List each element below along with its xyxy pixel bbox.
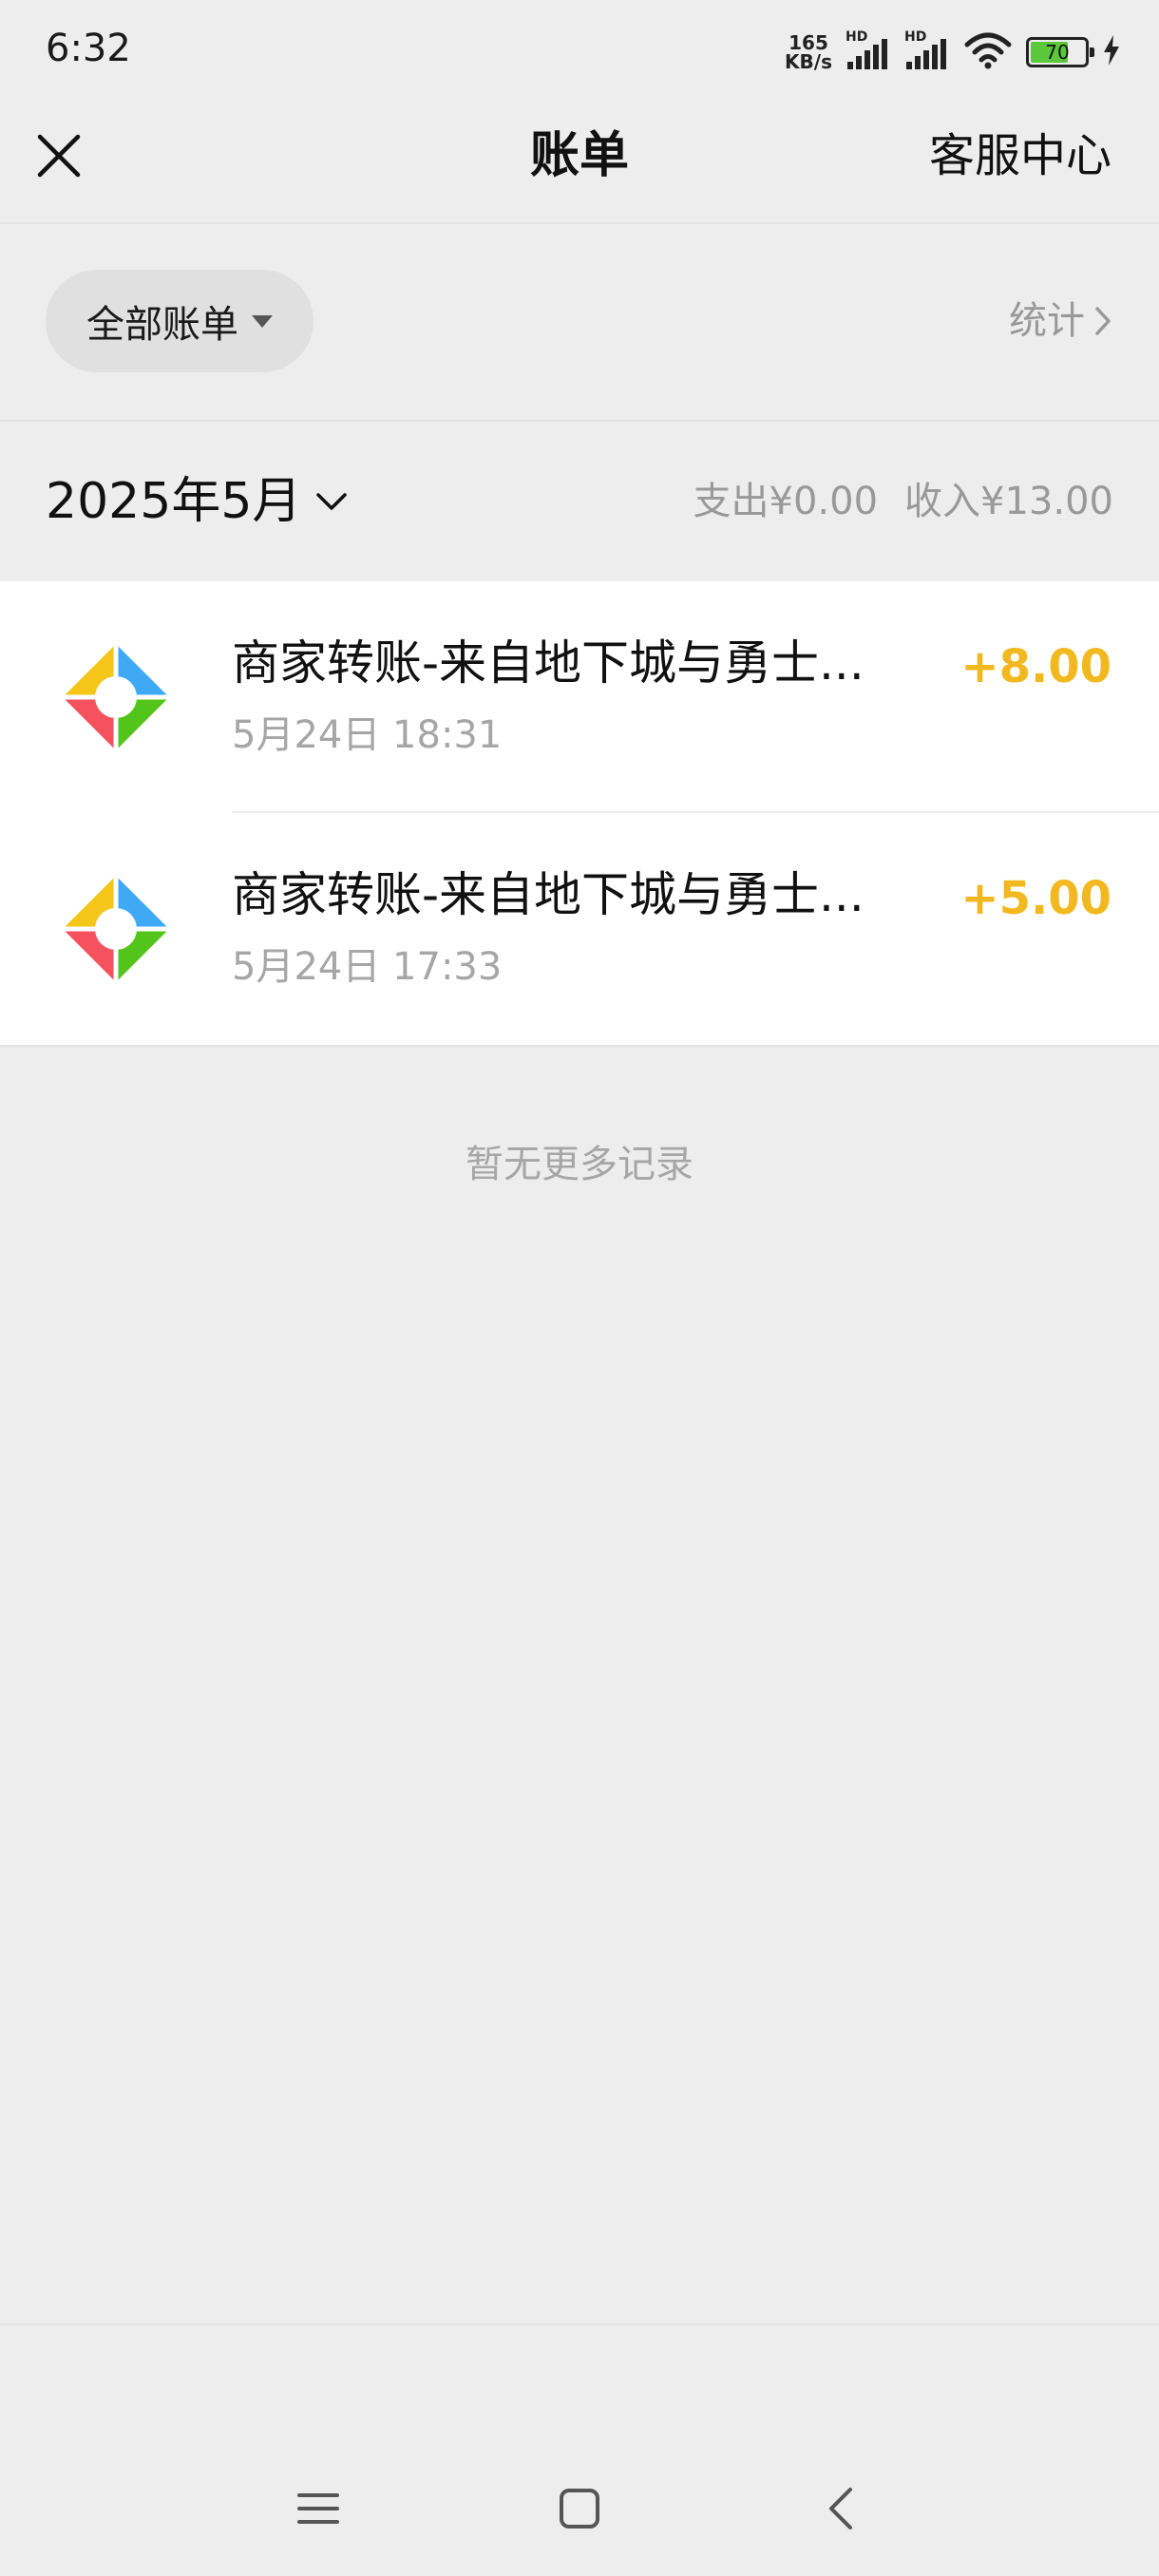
expense-total: 支出¥0.00 — [693, 480, 879, 523]
menu-icon — [297, 2493, 339, 2524]
customer-service-link[interactable]: 客服中心 — [929, 125, 1112, 186]
signal-icon: HD — [846, 29, 891, 71]
network-speed-unit: KB/s — [785, 50, 832, 73]
transaction-time: 5月24日 17:33 — [232, 945, 503, 989]
bill-filter-label: 全部账单 — [86, 303, 238, 347]
battery-icon: 70 — [1026, 37, 1094, 67]
caret-down-icon — [252, 314, 273, 328]
title-bar: 账单 客服中心 — [0, 104, 1159, 222]
hd-label: HD — [846, 29, 868, 45]
home-icon — [560, 2489, 599, 2529]
bill-filter-dropdown[interactable]: 全部账单 — [46, 270, 314, 372]
chevron-right-icon — [1095, 307, 1111, 335]
menu-button[interactable] — [276, 2466, 361, 2551]
stats-label: 统计 — [1009, 299, 1085, 343]
chevron-down-icon — [316, 493, 348, 510]
transaction-title: 商家转账-来自地下城与勇士... — [232, 867, 864, 922]
list-bottom-divider — [0, 1045, 1159, 1047]
wifi-icon — [963, 31, 1013, 73]
month-label: 2025年5月 — [46, 473, 302, 530]
filter-row: 全部账单 统计 — [0, 224, 1159, 420]
income-total: 收入¥13.00 — [904, 480, 1113, 523]
back-icon — [829, 2488, 852, 2529]
month-selector[interactable]: 2025年5月 — [46, 465, 349, 538]
merchant-logo-icon — [59, 640, 173, 754]
month-summary: 支出¥0.00 收入¥13.00 — [694, 475, 1113, 528]
transaction-title: 商家转账-来自地下城与勇士... — [232, 635, 864, 691]
status-time: 6:32 — [46, 27, 131, 70]
home-button[interactable] — [537, 2466, 622, 2551]
merchant-logo-icon — [59, 872, 173, 986]
system-nav-bar — [0, 2325, 1159, 2576]
transaction-amount: +8.00 — [960, 640, 1112, 693]
no-more-records: 暂无更多记录 — [466, 1143, 694, 1186]
charging-icon — [1102, 34, 1121, 70]
month-row: 2025年5月 支出¥0.00 收入¥13.00 — [0, 422, 1159, 581]
transaction-time: 5月24日 18:31 — [232, 713, 503, 757]
transaction-item[interactable]: 商家转账-来自地下城与勇士... 5月24日 17:33 +5.00 — [0, 813, 1159, 1045]
back-button[interactable] — [798, 2466, 884, 2551]
network-speed: 165 KB/s — [785, 33, 832, 71]
transaction-amount: +5.00 — [960, 872, 1112, 925]
battery-level: 70 — [1045, 41, 1070, 64]
signal-icon-2: HD — [904, 29, 950, 71]
transaction-list: 商家转账-来自地下城与勇士... 5月24日 18:31 +8.00 商家转账-… — [0, 581, 1159, 1045]
status-bar: 6:32 165 KB/s HD HD 70 — [0, 0, 1159, 104]
hd-label-2: HD — [904, 29, 927, 45]
stats-link[interactable]: 统计 — [1009, 294, 1113, 348]
network-speed-value: 165 — [788, 31, 828, 54]
status-icons: 165 KB/s HD HD 70 — [785, 28, 1121, 76]
transaction-item[interactable]: 商家转账-来自地下城与勇士... 5月24日 18:31 +8.00 — [0, 581, 1159, 813]
